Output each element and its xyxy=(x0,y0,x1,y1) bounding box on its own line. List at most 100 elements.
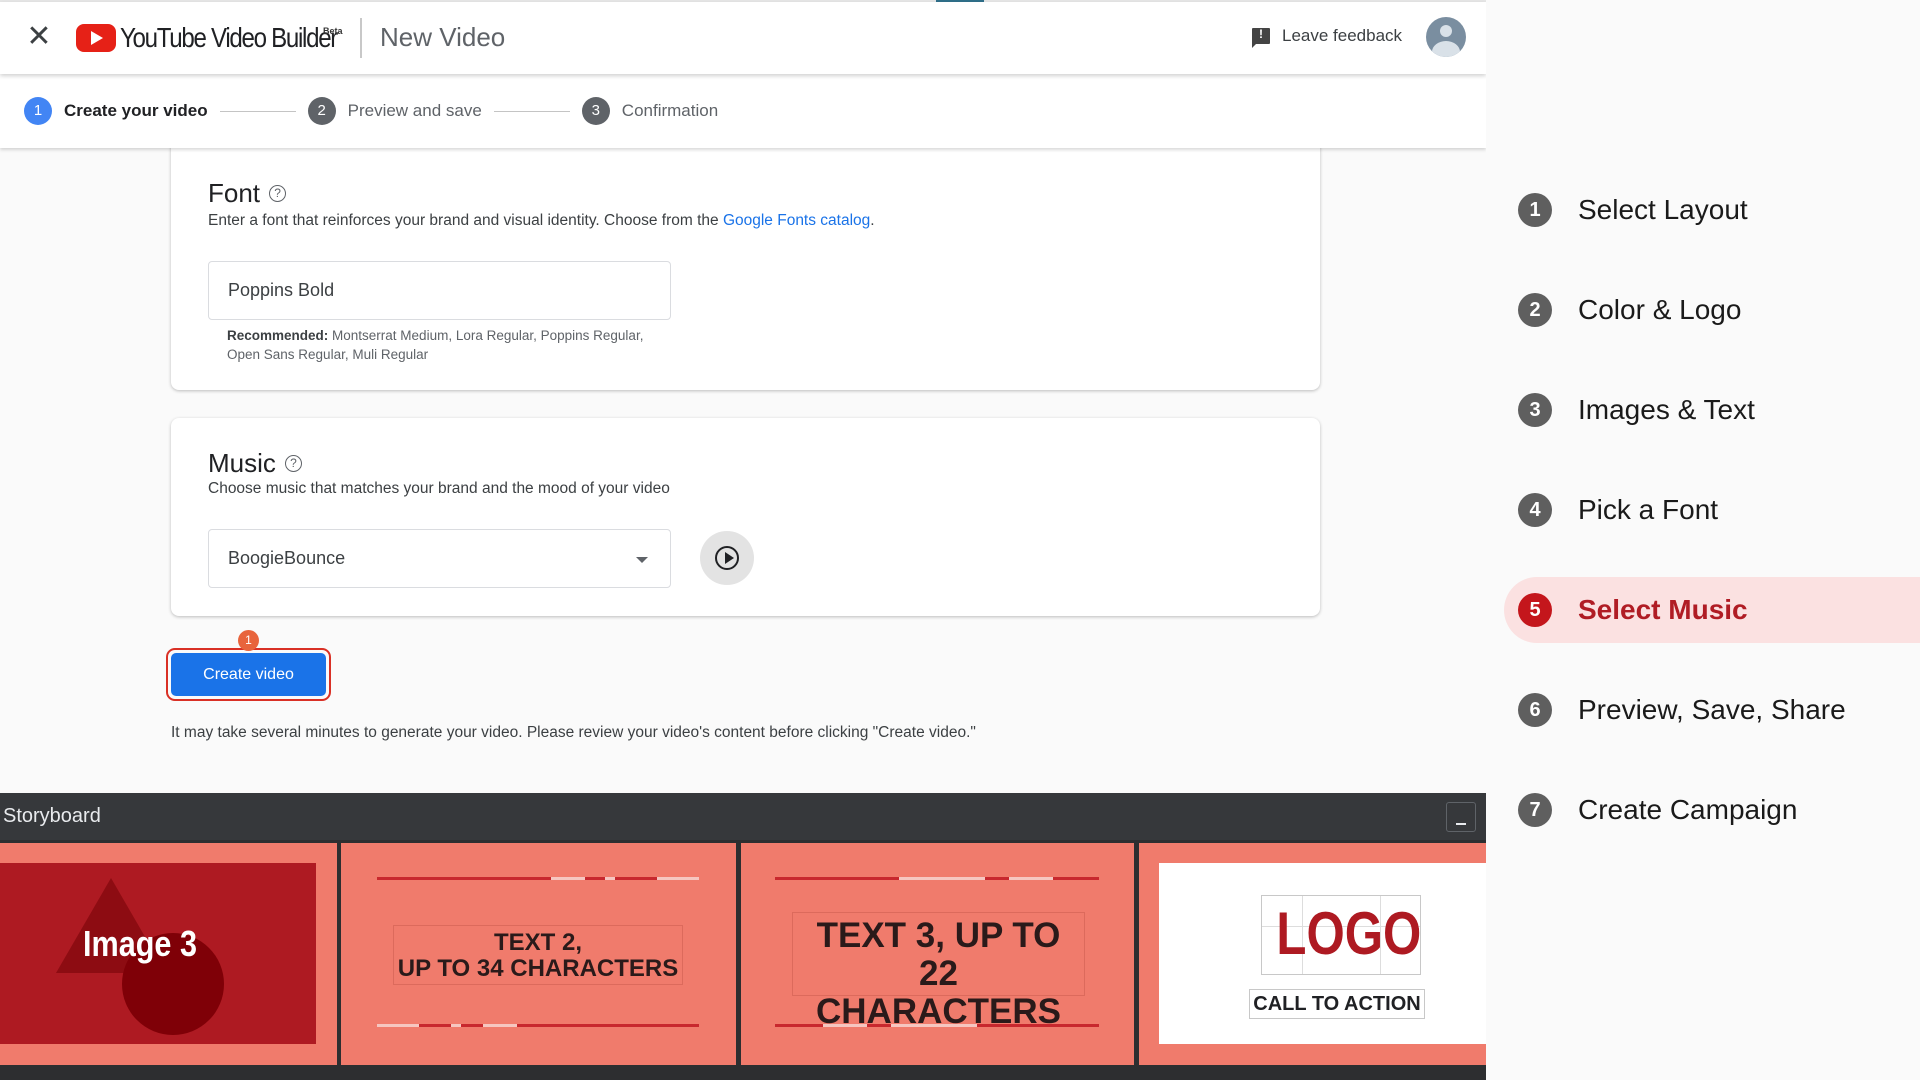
help-icon[interactable]: ? xyxy=(269,185,287,202)
storyboard-panel: Storyboard Image 3 TEXT 2, UP TO 34 CHAR… xyxy=(0,793,1486,1080)
guide-step-label: Create Campaign xyxy=(1578,794,1798,825)
text-3-line-1: TEXT 3, UP TO xyxy=(816,916,1061,955)
font-recommendations: Recommended: Montserrat Medium, Lora Reg… xyxy=(227,326,647,364)
tutorial-steps-panel: 1 Select Layout 2 Color & Logo 3 Images … xyxy=(1486,0,1920,1080)
text-2-box: TEXT 2, UP TO 34 CHARACTERS xyxy=(393,925,683,985)
step-connector xyxy=(219,110,296,112)
step-number: 2 xyxy=(307,97,336,125)
font-section-title: Font ? xyxy=(208,178,287,209)
guide-step-number: 2 xyxy=(1518,293,1552,327)
minimize-icon[interactable] xyxy=(1446,802,1476,832)
account-avatar[interactable] xyxy=(1426,17,1466,57)
decor-segment xyxy=(657,877,699,880)
storyboard-header: Storyboard xyxy=(0,793,1486,840)
leave-feedback-label: Leave feedback xyxy=(1282,26,1403,45)
guide-step-label: Pick a Font xyxy=(1578,494,1719,525)
guide-step-color-logo[interactable]: 2 Color & Logo xyxy=(1504,277,1920,343)
image-label: Image 3 xyxy=(83,923,197,964)
brand-name: YouTube Video Builder xyxy=(120,22,338,53)
storyboard-title: Storyboard xyxy=(3,805,101,827)
text-3-box: TEXT 3, UP TO 22 CHARACTERS xyxy=(792,912,1085,1031)
decor-segment xyxy=(823,1024,867,1027)
page-title: New Video xyxy=(380,22,506,52)
progress-stepper: 1 Create your video 2 Preview and save 3… xyxy=(0,74,1486,148)
help-icon[interactable]: ? xyxy=(284,455,302,472)
create-video-button[interactable]: Create video xyxy=(171,653,326,696)
storyboard-tile-logo[interactable]: LOGO CALL TO ACTION xyxy=(1139,843,1486,1065)
music-selected-value: BoogieBounce xyxy=(228,548,346,568)
guide-step-select-layout[interactable]: 1 Select Layout xyxy=(1504,177,1920,243)
font-input[interactable]: Poppins Bold xyxy=(208,261,671,320)
decor-segment xyxy=(451,1024,461,1027)
avatar-head xyxy=(1440,25,1452,37)
leave-feedback-button[interactable]: Leave feedback xyxy=(1252,26,1403,48)
logo-placeholder: LOGO xyxy=(1261,895,1421,975)
logo-text: LOGO xyxy=(1276,900,1422,967)
guide-step-number: 7 xyxy=(1518,793,1552,827)
guide-step-label: Select Layout xyxy=(1578,194,1748,225)
guide-step-images-text[interactable]: 3 Images & Text xyxy=(1504,377,1920,443)
decor-segment xyxy=(377,1024,419,1027)
step-label: Confirmation xyxy=(621,101,719,120)
step-number: 3 xyxy=(581,97,610,125)
decor-segment xyxy=(891,1024,977,1027)
decor-segment xyxy=(605,877,615,880)
music-select[interactable]: BoogieBounce xyxy=(208,529,671,588)
guide-step-number: 5 xyxy=(1518,593,1552,627)
header-divider xyxy=(360,18,362,58)
decor-segment xyxy=(1009,877,1053,880)
text-2-line-1: TEXT 2, xyxy=(493,929,583,956)
feedback-icon xyxy=(1252,27,1270,48)
guide-step-number: 3 xyxy=(1518,393,1552,427)
beta-badge: Beta xyxy=(323,26,343,36)
recommended-label: Recommended: xyxy=(227,328,329,343)
decor-segment xyxy=(899,877,985,880)
step-label: Create your video xyxy=(64,101,208,120)
guide-step-number: 1 xyxy=(1518,193,1552,227)
guide-step-select-music[interactable]: 5 Select Music xyxy=(1504,577,1920,643)
call-to-action-text: CALL TO ACTION xyxy=(1249,989,1425,1019)
font-description: Enter a font that reinforces your brand … xyxy=(208,212,875,230)
storyboard-tile-image[interactable]: Image 3 xyxy=(0,843,337,1065)
youtube-play-logo-icon xyxy=(76,24,116,52)
guide-step-label: Preview, Save, Share xyxy=(1578,694,1846,725)
guide-step-create-campaign[interactable]: 7 Create Campaign xyxy=(1504,777,1920,843)
text-2-line-2: UP TO 34 CHARACTERS xyxy=(397,955,679,982)
play-triangle xyxy=(725,552,734,564)
decor-segment xyxy=(483,1024,517,1027)
storyboard-tile-text-2[interactable]: TEXT 2, UP TO 34 CHARACTERS xyxy=(341,843,736,1065)
step-confirmation[interactable]: 3 Confirmation xyxy=(581,97,719,125)
guide-step-number: 6 xyxy=(1518,693,1552,727)
decor-line xyxy=(377,1024,699,1027)
avatar-body xyxy=(1432,41,1460,57)
guide-step-label: Select Music xyxy=(1578,594,1748,625)
step-label: Preview and save xyxy=(347,101,482,120)
guide-step-number: 4 xyxy=(1518,493,1552,527)
video-builder-main: ✕ YouTube Video Builder Beta New Video L… xyxy=(0,0,1486,1080)
logo-frame: LOGO CALL TO ACTION xyxy=(1159,863,1486,1044)
guide-step-label: Images & Text xyxy=(1578,394,1755,425)
app-header: ✕ YouTube Video Builder Beta New Video L… xyxy=(0,2,1486,74)
step-connector xyxy=(493,110,570,112)
font-description-text: Enter a font that reinforces your brand … xyxy=(208,212,723,229)
text-3-line-2: 22 CHARACTERS xyxy=(816,954,1061,1031)
music-card: Music ? Choose music that matches your b… xyxy=(171,418,1320,616)
decor-line xyxy=(377,877,699,880)
step-preview-and-save[interactable]: 2 Preview and save xyxy=(307,97,482,125)
chevron-down-icon xyxy=(636,557,648,563)
font-card: Font ? Enter a font that reinforces your… xyxy=(171,130,1320,390)
music-title-text: Music xyxy=(208,448,276,478)
image-placeholder: Image 3 xyxy=(0,863,316,1044)
google-fonts-catalog-link[interactable]: Google Fonts catalog xyxy=(723,212,870,229)
guide-step-preview-save-share[interactable]: 6 Preview, Save, Share xyxy=(1504,677,1920,743)
font-title-text: Font xyxy=(208,178,261,208)
close-icon[interactable]: ✕ xyxy=(24,22,54,52)
play-music-button[interactable] xyxy=(700,531,754,585)
music-section-title: Music ? xyxy=(208,448,302,479)
step-number: 1 xyxy=(24,97,52,125)
guide-step-pick-font[interactable]: 4 Pick a Font xyxy=(1504,477,1920,543)
step-badge: 1 xyxy=(238,630,259,651)
step-create-your-video[interactable]: 1 Create your video xyxy=(24,97,208,125)
music-description: Choose music that matches your brand and… xyxy=(208,480,670,497)
storyboard-tile-text-3[interactable]: TEXT 3, UP TO 22 CHARACTERS xyxy=(741,843,1134,1065)
